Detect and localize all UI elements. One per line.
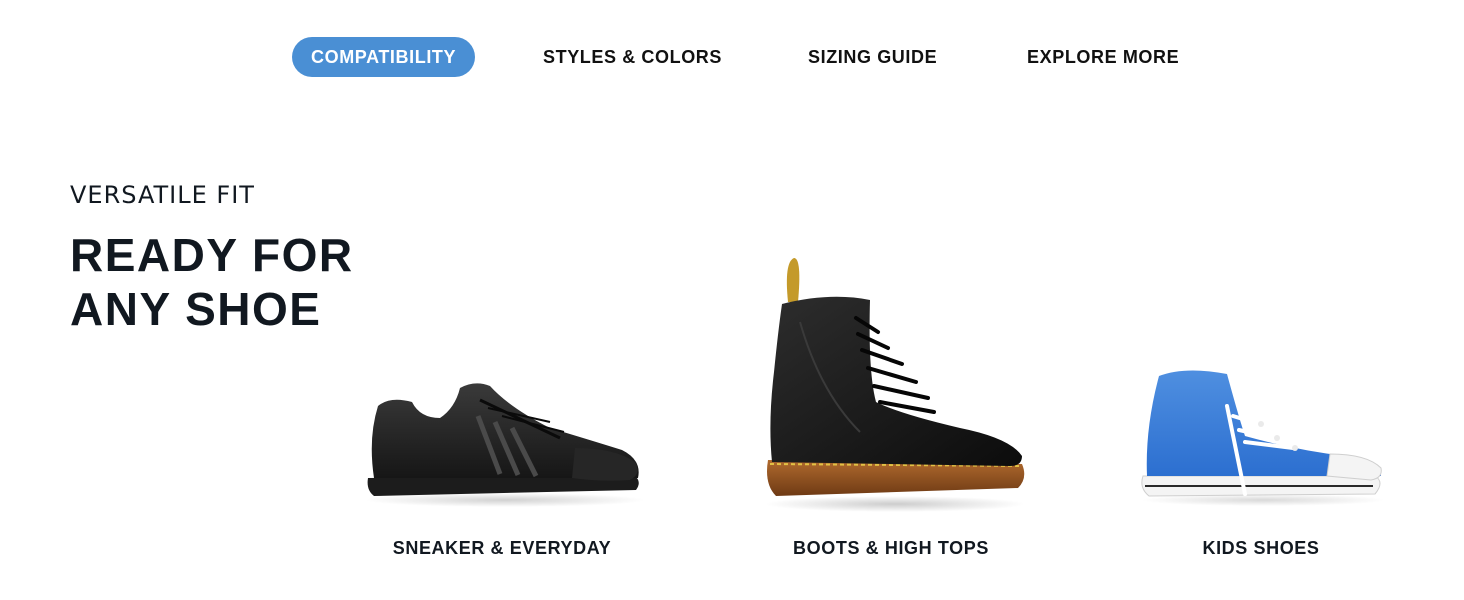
section-headline: READY FOR ANY SHOE — [70, 228, 354, 336]
blue-high-top-icon[interactable] — [1135, 358, 1390, 508]
tab-bar: COMPATIBILITY STYLES & COLORS SIZING GUI… — [0, 37, 1464, 77]
product-label-boots[interactable]: BOOTS & HIGH TOPS — [793, 538, 989, 559]
tab-explore-more[interactable]: EXPLORE MORE — [1027, 37, 1179, 77]
black-boot-icon[interactable] — [760, 252, 1035, 514]
tab-sizing-guide[interactable]: SIZING GUIDE — [808, 37, 937, 77]
headline-line-1: READY FOR — [70, 229, 354, 281]
section-eyebrow: VERSATILE FIT — [70, 181, 255, 209]
tab-compatibility[interactable]: COMPATIBILITY — [292, 37, 476, 77]
page: COMPATIBILITY STYLES & COLORS SIZING GUI… — [0, 0, 1464, 600]
tab-styles-colors[interactable]: STYLES & COLORS — [543, 37, 722, 77]
product-label-sneaker[interactable]: SNEAKER & EVERYDAY — [393, 538, 612, 559]
black-sneaker-icon[interactable] — [360, 378, 650, 508]
product-label-kids[interactable]: KIDS SHOES — [1202, 538, 1319, 559]
headline-line-2: ANY SHOE — [70, 283, 322, 335]
